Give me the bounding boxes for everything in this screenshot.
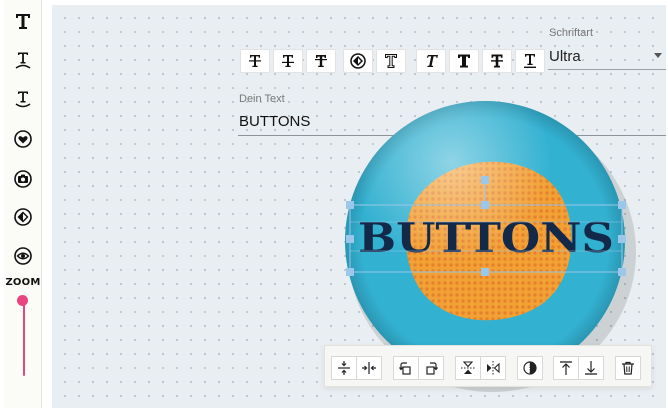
outline-text-icon (385, 54, 397, 68)
resize-handle-bottom-right[interactable] (618, 268, 626, 276)
flip-group (455, 356, 506, 380)
italic-button[interactable] (416, 49, 446, 73)
resize-handle-left[interactable] (346, 235, 354, 243)
heart-icon (14, 130, 32, 148)
strikethrough-text-alt-icon (282, 55, 294, 67)
chevron-down-icon (654, 53, 662, 58)
flip-horizontal-icon (487, 361, 500, 375)
align-center-horizontal-button[interactable] (356, 356, 382, 380)
text-style-group-1 (240, 49, 336, 73)
fill-color-button[interactable] (343, 49, 373, 73)
rotate-handle[interactable] (481, 176, 489, 184)
resize-handle-right[interactable] (618, 235, 626, 243)
text-style-group-2 (343, 49, 406, 73)
resize-handle-bottom-left[interactable] (346, 268, 354, 276)
rotate-left-icon (399, 362, 411, 375)
preview-tool[interactable] (10, 243, 36, 269)
image-upload-tool[interactable] (10, 166, 36, 192)
text-style-group-3 (416, 49, 545, 73)
zoom-slider-track[interactable] (23, 300, 25, 376)
zoom-label: ZOOM (5, 277, 41, 288)
add-text-tool[interactable] (10, 8, 36, 34)
italic-text-icon (426, 55, 438, 67)
heart-shape-tool[interactable] (10, 126, 36, 152)
resize-handle-bottom[interactable] (481, 268, 489, 276)
eye-icon (14, 247, 32, 265)
outline-text-button[interactable] (376, 49, 406, 73)
layer-group (553, 356, 604, 380)
arc-up-text-tool[interactable] (10, 47, 36, 73)
text-icon (16, 14, 30, 29)
rotate-left-button[interactable] (393, 356, 419, 380)
send-backward-icon (585, 361, 597, 375)
text-field-label: Dein Text (239, 93, 285, 105)
flip-horizontal-button[interactable] (480, 356, 506, 380)
fill-shape-icon (350, 53, 366, 69)
rotate-right-button[interactable] (418, 356, 444, 380)
strikethrough-text-heavy-icon (491, 54, 503, 68)
camera-icon (14, 170, 32, 188)
opacity-button[interactable] (517, 356, 543, 380)
zoom-slider-thumb[interactable] (17, 295, 28, 306)
font-label: Schriftart (549, 27, 594, 39)
bold-button[interactable] (449, 49, 479, 73)
bring-forward-button[interactable] (553, 356, 579, 380)
strikethrough-text-icon (249, 55, 261, 67)
arc-down-text-icon (15, 91, 31, 108)
strikethrough-text-bold-icon (315, 55, 327, 67)
send-backward-button[interactable] (578, 356, 604, 380)
object-toolbar (324, 345, 652, 387)
font-select-value: Ultra (549, 48, 581, 65)
align-group (331, 356, 382, 380)
strikethrough-button[interactable] (482, 49, 512, 73)
resize-handle-top-right[interactable] (618, 201, 626, 209)
tool-sidebar: ZOOM (4, 0, 42, 408)
arc-up-text-icon (15, 52, 31, 69)
clipart-tool[interactable] (10, 204, 36, 230)
badge-graphic: BUTTONS (345, 101, 636, 392)
delete-group (615, 356, 641, 380)
flip-vertical-button[interactable] (455, 356, 481, 380)
align-center-horizontal-icon (362, 362, 376, 374)
align-center-vertical-icon (338, 361, 350, 375)
delete-icon (622, 361, 634, 375)
diamond-icon (14, 208, 32, 226)
text-style-button-3[interactable] (306, 49, 336, 73)
text-style-button-1[interactable] (240, 49, 270, 73)
resize-handle-top-left[interactable] (346, 201, 354, 209)
resize-handle-top[interactable] (481, 201, 489, 209)
badge-text[interactable]: BUTTONS (358, 214, 614, 262)
underline-button[interactable] (515, 49, 545, 73)
delete-button[interactable] (615, 356, 641, 380)
rotate-group (393, 356, 444, 380)
flip-vertical-icon (461, 361, 475, 374)
opacity-icon (523, 361, 537, 375)
rotate-right-icon (426, 362, 438, 375)
arc-down-text-tool[interactable] (10, 86, 36, 112)
text-style-button-2[interactable] (273, 49, 303, 73)
badge-preview: BUTTONS (334, 100, 658, 392)
underline-text-icon (524, 54, 536, 68)
bring-forward-icon (560, 361, 572, 375)
bold-text-icon (458, 54, 470, 68)
font-select[interactable]: Ultra (548, 44, 666, 70)
opacity-group (517, 356, 543, 380)
align-center-vertical-button[interactable] (331, 356, 357, 380)
